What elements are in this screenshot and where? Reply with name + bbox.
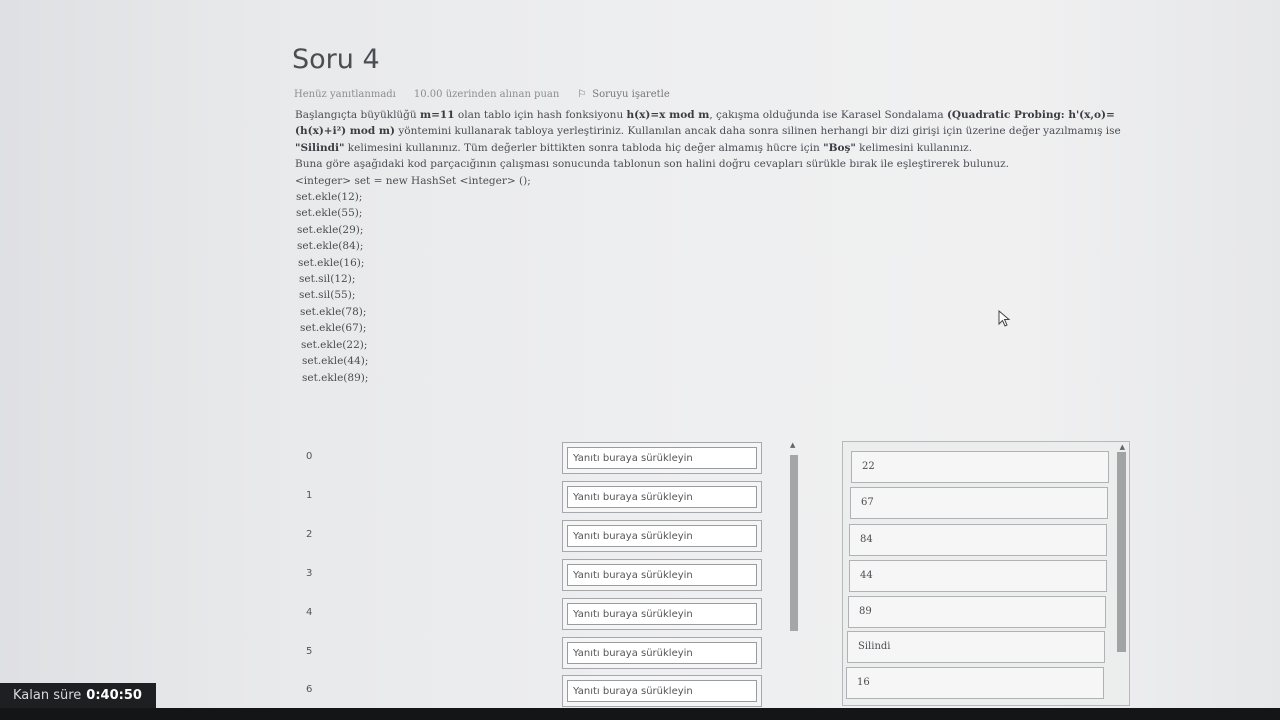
table-row: 6 Yanıtı buraya sürükleyin xyxy=(300,674,770,710)
answer-choice[interactable]: 67 xyxy=(850,487,1108,519)
question-instruction: Buna göre aşağıdaki kod parçacığının çal… xyxy=(295,158,1009,171)
table-row: 0 Yanıtı buraya sürükleyin xyxy=(300,441,770,477)
timer-value: 0:40:50 xyxy=(86,688,142,703)
table-row: 4 Yanıtı buraya sürükleyin xyxy=(300,597,770,633)
mouse-pointer-icon xyxy=(998,310,1011,327)
drop-placeholder[interactable]: Yanıtı buraya sürükleyin xyxy=(567,486,757,508)
drop-placeholder[interactable]: Yanıtı buraya sürükleyin xyxy=(567,525,757,547)
drop-target[interactable]: Yanıtı buraya sürükleyin xyxy=(562,442,762,474)
drop-target[interactable]: Yanıtı buraya sürükleyin xyxy=(562,559,762,591)
code-line: set.ekle(12); xyxy=(296,191,363,204)
drop-target[interactable]: Yanıtı buraya sürükleyin xyxy=(562,637,762,669)
code-line: set.ekle(55); xyxy=(296,207,363,220)
drop-target[interactable]: Yanıtı buraya sürükleyin xyxy=(562,520,762,552)
code-line: <integer> set = new HashSet <integer> ()… xyxy=(295,174,531,187)
table-size: m=11 xyxy=(420,109,455,121)
answer-choices-panel: ▲ 22 67 84 44 89 Silindi 16 xyxy=(842,441,1130,706)
question-info: Henüz yanıtlanmadı 10.00 üzerinden alına… xyxy=(294,89,670,100)
code-line: set.ekle(29); xyxy=(297,223,364,236)
drop-placeholder[interactable]: Yanıtı buraya sürükleyin xyxy=(567,680,757,702)
flag-question-link[interactable]: ⚐ Soruyu işaretle xyxy=(577,89,669,100)
row-index: 0 xyxy=(306,451,313,462)
scroll-up-icon[interactable]: ▲ xyxy=(790,441,795,449)
code-line: set.ekle(89); xyxy=(302,371,369,384)
answers-scrollbar-thumb[interactable] xyxy=(1117,452,1126,652)
code-line: set.sil(12); xyxy=(299,273,356,286)
answer-choice[interactable]: 44 xyxy=(849,560,1107,592)
question-title: Soru 4 xyxy=(292,44,380,75)
row-index: 3 xyxy=(306,568,313,579)
answer-choice[interactable]: 22 xyxy=(851,451,1109,483)
drop-target[interactable]: Yanıtı buraya sürükleyin xyxy=(562,481,762,513)
row-index: 4 xyxy=(306,607,313,618)
drop-target[interactable]: Yanıtı buraya sürükleyin xyxy=(562,598,762,630)
scroll-up-icon[interactable]: ▲ xyxy=(1120,443,1125,451)
question-description: Başlangıçta büyüklüğü m=11 olan tablo iç… xyxy=(295,109,1121,154)
scrollbar-thumb[interactable] xyxy=(790,455,798,631)
answer-status: Henüz yanıtlanmadı xyxy=(294,89,396,100)
flag-question-label: Soruyu işaretle xyxy=(592,89,670,100)
table-row: 5 Yanıtı buraya sürükleyin xyxy=(300,636,770,672)
answer-choice[interactable]: 89 xyxy=(848,596,1106,628)
drop-placeholder[interactable]: Yanıtı buraya sürükleyin xyxy=(567,642,757,664)
bos-keyword: "Boş" xyxy=(823,141,856,154)
code-line: set.ekle(16); xyxy=(298,256,365,269)
answer-choice[interactable]: Silindi xyxy=(847,631,1105,663)
code-line: set.ekle(67); xyxy=(300,322,367,335)
silindi-keyword: "Silindi" xyxy=(295,141,345,154)
question-points: 10.00 üzerinden alınan puan xyxy=(413,89,560,100)
table-row: 2 Yanıtı buraya sürükleyin xyxy=(300,519,770,555)
drop-placeholder[interactable]: Yanıtı buraya sürükleyin xyxy=(567,564,757,586)
code-block: <integer> set = new HashSet <integer> ()… xyxy=(295,173,1140,386)
answer-choice[interactable]: 84 xyxy=(849,524,1107,556)
hash-function: h(x)=x mod m xyxy=(626,109,710,121)
code-line: set.ekle(84); xyxy=(297,240,364,253)
drop-target[interactable]: Yanıtı buraya sürükleyin xyxy=(562,675,762,707)
code-line: set.ekle(44); xyxy=(302,355,369,368)
row-index: 1 xyxy=(306,490,313,501)
row-index: 5 xyxy=(306,646,313,657)
taskbar xyxy=(0,708,1280,720)
remaining-time: Kalan süre 0:40:50 xyxy=(0,683,156,708)
code-line: set.ekle(78); xyxy=(300,305,367,318)
drop-placeholder[interactable]: Yanıtı buraya sürükleyin xyxy=(567,603,757,625)
flag-icon: ⚐ xyxy=(577,89,587,100)
drop-placeholder[interactable]: Yanıtı buraya sürükleyin xyxy=(567,447,757,469)
row-index: 6 xyxy=(306,684,313,695)
question-text: Başlangıçta büyüklüğü m=11 olan tablo iç… xyxy=(295,107,1140,386)
timer-label: Kalan süre xyxy=(13,688,82,703)
table-scrollbar[interactable]: ▲ xyxy=(788,441,800,706)
code-line: set.ekle(22); xyxy=(301,338,368,351)
answer-choice[interactable]: 16 xyxy=(846,667,1104,699)
table-row: 3 Yanıtı buraya sürükleyin xyxy=(300,558,770,594)
table-row: 1 Yanıtı buraya sürükleyin xyxy=(300,480,770,516)
code-line: set.sil(55); xyxy=(299,289,356,302)
row-index: 2 xyxy=(306,529,313,540)
